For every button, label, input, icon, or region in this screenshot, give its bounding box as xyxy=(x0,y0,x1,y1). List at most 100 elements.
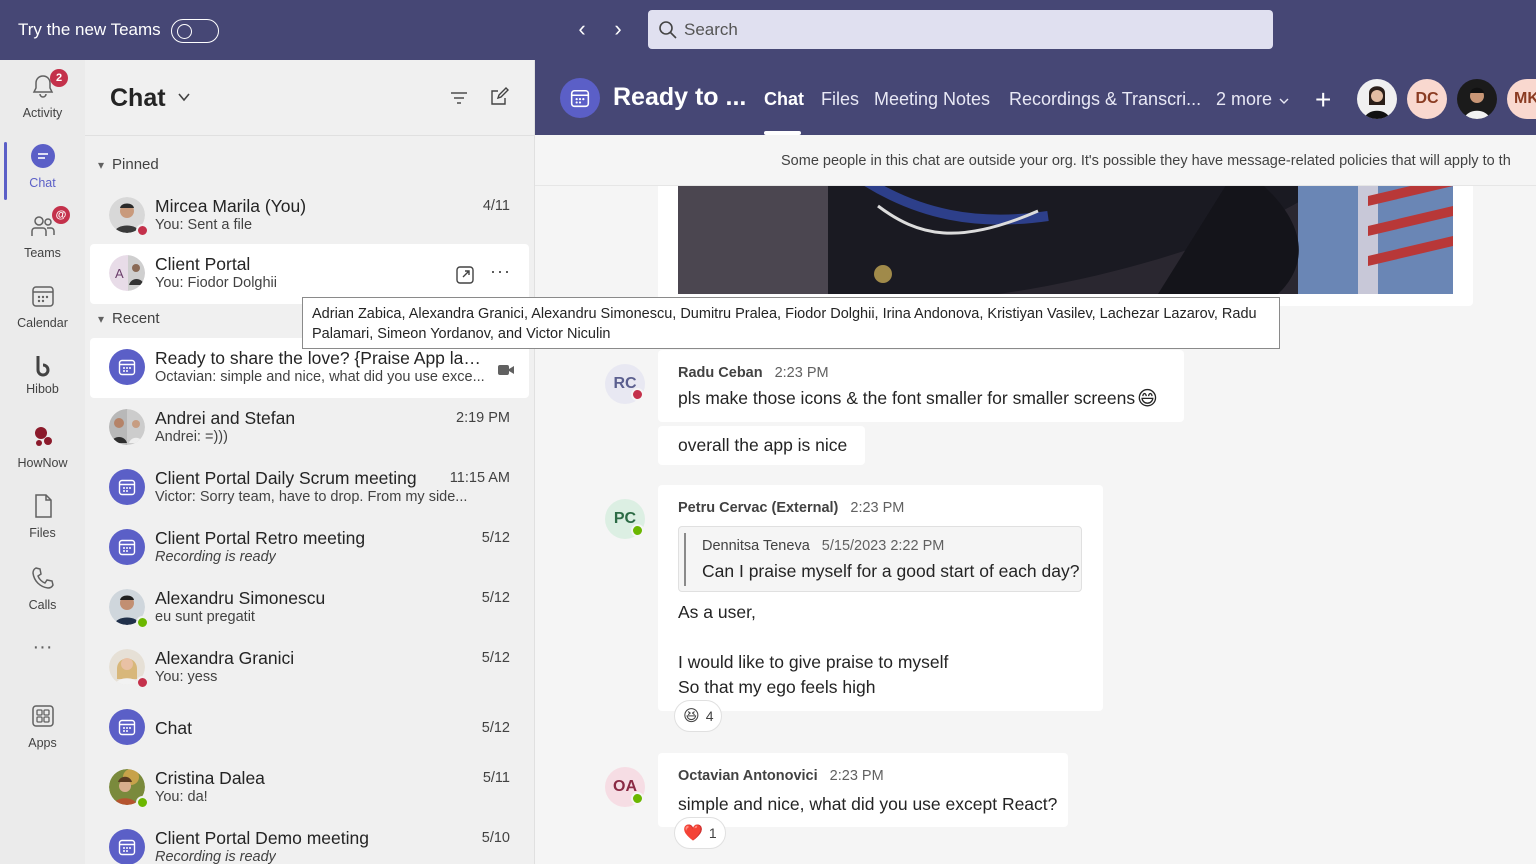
rail-hownow[interactable]: HowNow xyxy=(0,414,85,476)
tab-recordings[interactable]: Recordings & Transcri... xyxy=(1009,89,1201,110)
rail-apps[interactable]: Apps xyxy=(0,694,85,756)
new-teams-toggle[interactable] xyxy=(171,19,219,43)
shared-image[interactable] xyxy=(678,186,1453,294)
participant-avatar[interactable] xyxy=(1457,79,1497,119)
search-input[interactable] xyxy=(684,10,1264,49)
more-options-icon[interactable]: ··· xyxy=(490,261,511,282)
chevron-down-icon[interactable] xyxy=(1278,95,1290,107)
meeting-avatar xyxy=(109,529,145,565)
chat-preview: Victor: Sorry team, have to drop. From m… xyxy=(155,489,468,505)
conversation-title[interactable]: Ready to ... xyxy=(613,83,746,112)
rail-calendar-label: Calendar xyxy=(17,316,68,330)
group-avatar: A xyxy=(109,255,145,291)
rail-calendar[interactable]: Calendar xyxy=(0,274,85,336)
message-text: simple and nice, what did you use except… xyxy=(678,794,1058,814)
recent-section-label[interactable]: Recent xyxy=(98,310,160,327)
rail-teams[interactable]: @ Teams xyxy=(0,204,85,266)
banner-text: Some people in this chat are outside you… xyxy=(781,153,1511,169)
chat-item-alexandru[interactable]: Alexandru Simonescu eu sunt pregatit 5/1… xyxy=(90,578,529,638)
more-icon: ··· xyxy=(32,636,53,658)
calendar-icon xyxy=(118,359,136,376)
tab-chat[interactable]: Chat xyxy=(764,89,804,110)
grinning-emoji: 😄 xyxy=(1137,388,1158,410)
chat-item-mircea[interactable]: Mircea Marila (You) You: Sent a file 4/1… xyxy=(90,186,529,246)
pop-out-icon[interactable] xyxy=(455,265,475,285)
chat-item-demo[interactable]: Client Portal Demo meeting Recording is … xyxy=(90,818,529,864)
chat-item-chat[interactable]: Chat 5/12 xyxy=(90,698,529,758)
app-rail: 2 Activity Chat @ Teams Calendar Hibob H… xyxy=(0,60,85,864)
group-avatar xyxy=(109,409,145,445)
chat-item-client-portal[interactable]: A Client Portal You: Fiodor Dolghii ··· xyxy=(90,244,529,304)
back-arrow-icon[interactable]: ‹ xyxy=(570,17,594,41)
conversation-header: Ready to ... Chat Files Meeting Notes Re… xyxy=(535,60,1536,135)
top-bar: Try the new Teams ‹ › xyxy=(0,0,1536,60)
tab-files[interactable]: Files xyxy=(821,89,859,110)
message-text: overall the app is nice xyxy=(678,435,848,455)
participant-avatar-dc[interactable]: DC xyxy=(1407,79,1447,119)
teams-mention-badge: @ xyxy=(52,206,70,224)
chat-list-header: Chat xyxy=(85,60,535,136)
chat-preview: Recording is ready xyxy=(155,849,276,864)
search-box[interactable] xyxy=(648,10,1273,49)
message-text: pls make those icons & the font smaller … xyxy=(678,388,1136,408)
heart-emoji: ❤️ xyxy=(683,825,703,842)
calendar-icon xyxy=(32,286,54,307)
forward-arrow-icon[interactable]: › xyxy=(606,17,630,41)
reaction-laugh[interactable]: 😆 4 xyxy=(674,700,723,732)
rail-files-label: Files xyxy=(29,526,56,540)
file-icon xyxy=(35,494,52,518)
meeting-avatar xyxy=(109,349,145,385)
chat-time: 4/11 xyxy=(482,198,510,214)
chat-item-andrei-stefan[interactable]: Andrei and Stefan Andrei: =))) 2:19 PM xyxy=(90,398,529,458)
chat-item-alexandra[interactable]: Alexandra Granici You: yess 5/12 xyxy=(90,638,529,698)
laughing-emoji: 😆 xyxy=(683,708,700,725)
message-text: As a user, xyxy=(678,602,756,622)
reaction-heart[interactable]: ❤️ 1 xyxy=(674,817,726,849)
chevron-down-icon[interactable] xyxy=(177,90,191,104)
chat-item-retro[interactable]: Client Portal Retro meeting Recording is… xyxy=(90,518,529,578)
status-busy-icon xyxy=(631,388,644,401)
message-bubble[interactable]: Petru Cervac (External) 2:23 PM Dennitsa … xyxy=(658,485,1103,711)
chat-item-cristina[interactable]: Cristina Dalea You: da! 5/11 xyxy=(90,758,529,818)
participants-tooltip: Adrian Zabica, Alexandra Granici, Alexan… xyxy=(302,297,1280,349)
pinned-section-label[interactable]: Pinned xyxy=(98,156,159,173)
meeting-avatar xyxy=(560,78,600,118)
chat-name: Alexandru Simonescu xyxy=(155,588,326,608)
calendar-icon xyxy=(118,839,136,856)
status-available-icon xyxy=(136,616,149,629)
rail-more[interactable]: ··· xyxy=(0,632,85,672)
add-tab-icon[interactable]: + xyxy=(1315,84,1331,116)
filter-icon[interactable] xyxy=(449,88,469,108)
chat-preview: Andrei: =))) xyxy=(155,429,228,445)
rail-activity[interactable]: 2 Activity xyxy=(0,64,85,126)
new-chat-icon[interactable] xyxy=(489,87,509,107)
try-new-teams-label: Try the new Teams xyxy=(18,20,161,39)
tab-meeting-notes[interactable]: Meeting Notes xyxy=(874,89,990,110)
meeting-avatar xyxy=(109,829,145,864)
chat-name: Client Portal Retro meeting xyxy=(155,528,366,548)
search-icon xyxy=(659,21,677,39)
participant-avatar-mk[interactable]: MK xyxy=(1507,79,1536,119)
rail-files[interactable]: Files xyxy=(0,484,85,546)
rail-calls[interactable]: Calls xyxy=(0,556,85,618)
quoted-message[interactable]: Dennitsa Teneva 5/15/2023 2:22 PM Can I … xyxy=(678,526,1082,592)
status-available-icon xyxy=(631,524,644,537)
chat-name: Client Portal Daily Scrum meeting xyxy=(155,468,417,488)
tab-more[interactable]: 2 more xyxy=(1216,89,1272,110)
rail-chat[interactable]: Chat xyxy=(0,134,85,200)
meeting-avatar xyxy=(109,469,145,505)
activity-badge: 2 xyxy=(50,69,68,87)
message-bubble[interactable]: overall the app is nice xyxy=(658,426,865,465)
chat-name: Client Portal Demo meeting xyxy=(155,828,369,848)
rail-hibob[interactable]: Hibob xyxy=(0,344,85,406)
chat-item-daily-scrum[interactable]: Client Portal Daily Scrum meeting Victor… xyxy=(90,458,529,518)
chat-time: 5/12 xyxy=(481,530,510,546)
chat-preview: You: yess xyxy=(155,669,218,685)
message-bubble[interactable]: Octavian Antonovici 2:23 PM simple and ni… xyxy=(658,753,1068,827)
participant-avatar[interactable] xyxy=(1357,79,1397,119)
apps-icon xyxy=(32,705,54,727)
chat-preview: Octavian: simple and nice, what did you … xyxy=(155,369,485,385)
message-bubble[interactable]: Radu Ceban 2:23 PM pls make those icons &… xyxy=(658,350,1184,422)
chat-name: Andrei and Stefan xyxy=(155,408,296,428)
status-available-icon xyxy=(136,796,149,809)
